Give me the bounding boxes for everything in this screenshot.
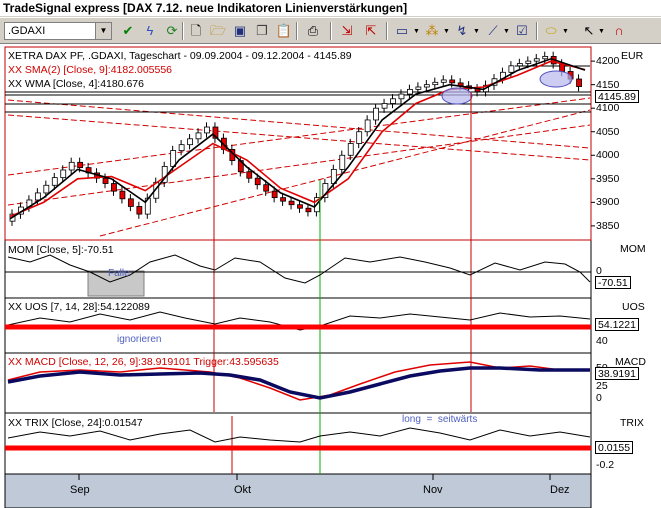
trend-line: [7, 99, 591, 149]
candle-body: [305, 207, 312, 213]
uos-tick-40: 40: [596, 335, 608, 347]
price-tick: 4050: [596, 125, 620, 138]
candle-body: [271, 190, 278, 199]
candle-body: [280, 197, 286, 202]
sma-legend: XX SMA(2) [Close, 9]:4182.005556: [8, 64, 173, 76]
candle-body: [432, 81, 439, 86]
trix-tick: -0.2: [596, 459, 615, 471]
price-tick: 4150: [596, 78, 620, 91]
ellipse-marker: [441, 87, 473, 105]
candle-body: [542, 56, 549, 60]
candle-body: [136, 206, 143, 215]
uos-pane-label: UOS: [622, 301, 645, 313]
macd-tick-0: 0: [596, 392, 602, 404]
candle-body: [111, 183, 117, 192]
macd-legend: XX MACD [Close, 12, 26, 9]:38.919101 Tri…: [8, 356, 279, 368]
candle-body: [195, 132, 202, 140]
candle-body: [423, 84, 430, 88]
candle-body: [390, 98, 396, 104]
trix-pane-label: TRIX: [620, 417, 644, 429]
month-label-dez: Dez: [550, 484, 570, 496]
candle-body: [178, 144, 185, 151]
uos-value-box: 54.1221: [595, 318, 639, 331]
candle-body: [381, 103, 388, 109]
mom-pane-label: MOM: [620, 243, 646, 255]
price-tick: 4200: [596, 55, 620, 68]
candle-body: [246, 171, 253, 179]
candle-body: [68, 161, 75, 171]
ignorieren-annotation: ignorieren: [117, 334, 162, 345]
price-tick: 3850: [596, 219, 620, 232]
wma-legend: XX WMA [Close, 4]:4180.676: [8, 78, 144, 90]
main-chart-title: XETRA DAX PF, .GDAXI, Tageschart - 09.09…: [8, 50, 352, 62]
mom-value-box: -70.51: [595, 276, 631, 289]
trix-line: [7, 427, 591, 443]
time-axis: [4, 473, 592, 508]
ellipse-marker: [539, 70, 573, 88]
candle-body: [364, 119, 371, 133]
candle-body: [516, 63, 523, 67]
long-seitwaerts-annotation: long = seitwärts: [402, 414, 478, 425]
candle-body: [525, 60, 532, 64]
trend-line: [99, 109, 591, 237]
candle-body: [373, 107, 380, 121]
candle-body: [347, 143, 354, 156]
candle-body: [398, 93, 405, 100]
candle-body: [415, 86, 422, 90]
macd-value-box: 38.9191: [595, 367, 639, 380]
candle-body: [204, 126, 210, 134]
candle-body: [60, 169, 67, 179]
candle-body: [34, 192, 41, 201]
last-price-box: 4145.89: [595, 90, 639, 103]
candle-body: [440, 79, 447, 83]
trix-value-box: 0.0155: [595, 441, 634, 454]
falle-annotation: Falle: [108, 268, 130, 279]
candle-body: [533, 58, 540, 62]
candle-body: [263, 184, 270, 192]
candle-body: [407, 88, 413, 95]
price-tick: 4100: [596, 102, 620, 115]
price-tick: 3950: [596, 172, 620, 185]
candle-body: [43, 184, 50, 194]
mom-legend: MOM [Close, 5]:-70.51: [8, 244, 114, 256]
candle-body: [127, 198, 134, 207]
candle-body: [77, 161, 84, 169]
candle-body: [187, 138, 193, 146]
macd-line: [7, 366, 590, 400]
candle-body: [297, 204, 303, 209]
price-tick: 4000: [596, 149, 620, 162]
candle-body: [254, 177, 261, 186]
candle-body: [508, 65, 515, 73]
candle-body: [356, 131, 363, 144]
trix-legend: XX TRIX [Close, 24]:0.01547: [8, 417, 143, 429]
month-label-sep: Sep: [70, 484, 90, 496]
candle-body: [102, 177, 109, 184]
candle-body: [449, 79, 456, 84]
candle-body: [51, 177, 58, 186]
candle-body: [576, 78, 582, 87]
candle-body: [339, 154, 346, 170]
macd-tick-25: 25: [596, 380, 608, 392]
uos-legend: XX UOS [7, 14, 28]:54.122089: [8, 301, 150, 313]
candle-body: [288, 200, 295, 206]
month-label-okt: Okt: [234, 484, 252, 496]
currency-label: EUR: [621, 50, 644, 62]
candle-body: [119, 190, 126, 200]
month-label-nov: Nov: [423, 484, 443, 496]
price-tick: 3900: [596, 196, 620, 209]
